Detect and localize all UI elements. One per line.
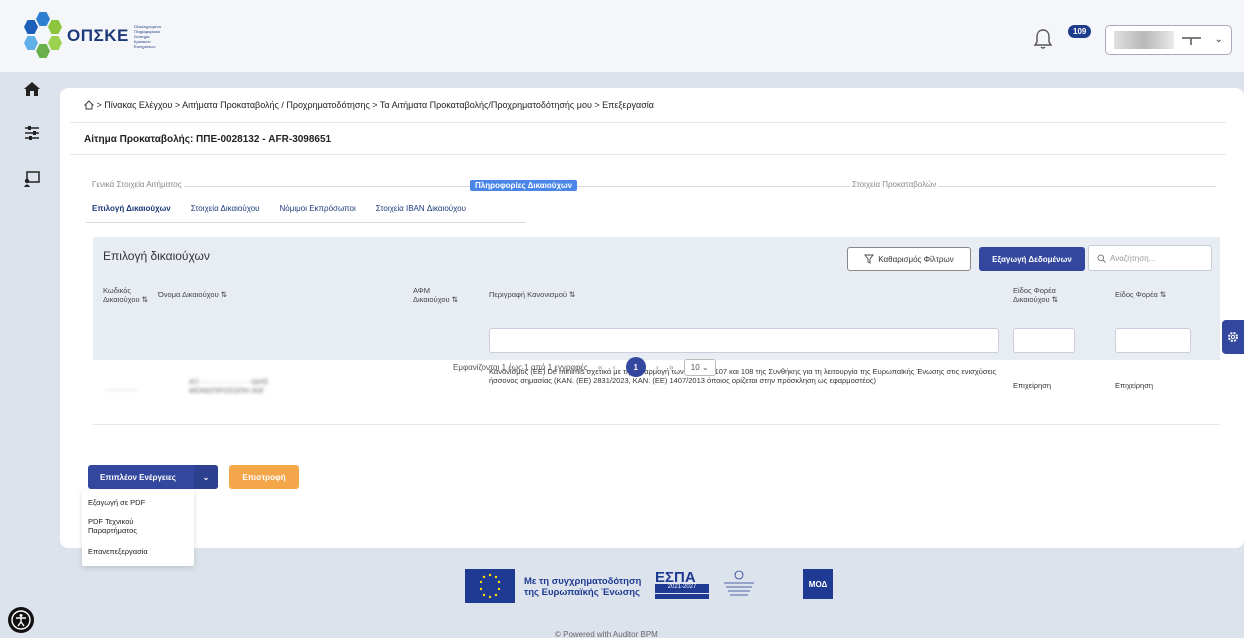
current-page-button[interactable]: 1 xyxy=(625,357,646,377)
breadcrumb-text[interactable]: > Πίνακας Ελέγχου > Αιτήματα Προκαταβολή… xyxy=(97,100,654,110)
tab-legal-representatives[interactable]: Νόμιμοι Εκπρόσωποι xyxy=(280,204,356,213)
tab-beneficiary-iban[interactable]: Στοιχεία IBAN Δικαιούχου xyxy=(376,204,466,213)
logo-text: ΟΠΣΚΕ xyxy=(67,26,129,45)
cell-org-type: Επιχείρηση xyxy=(1115,381,1154,390)
col-header-org-type[interactable]: Είδος Φορέα ⇅ xyxy=(1115,290,1166,299)
prev-page-button[interactable]: ‹ xyxy=(613,362,616,372)
beneficiaries-panel: Επιλογή δικαιούχων Καθαρισμός Φίλτρων Εξ… xyxy=(93,237,1220,449)
panel-header: Επιλογή δικαιούχων Καθαρισμός Φίλτρων Εξ… xyxy=(93,237,1220,327)
opske-logo[interactable]: ΟΠΣΚΕ Ολοκληρωμένο Πληροφοριακό Σύστημα … xyxy=(22,12,164,60)
body-type-filter-input[interactable] xyxy=(1013,328,1075,353)
divider xyxy=(70,122,1226,123)
notification-count-badge: 109 xyxy=(1068,25,1092,38)
clear-filters-label: Καθαρισμός Φίλτρων xyxy=(878,254,954,264)
col-header-regulation[interactable]: Περιγραφή Κανονισμού ⇅ xyxy=(489,290,575,299)
tab-select-beneficiaries[interactable]: Επιλογή Δικαιούχων xyxy=(92,204,171,213)
first-page-button[interactable]: « xyxy=(598,362,603,372)
pagination: Εμφανίζονται 1 έως 1 από 1 εγγραφές « ‹ … xyxy=(453,357,716,377)
user-avatar xyxy=(1114,31,1174,49)
cell-code: ············· xyxy=(105,385,138,394)
menu-item-reprocess[interactable]: Επανεπεξεργασία xyxy=(88,547,148,556)
notification-bell-icon[interactable] xyxy=(1033,28,1053,50)
cell-body-type: Επιχείρηση xyxy=(1013,381,1052,390)
eu-flag-icon xyxy=(465,569,515,603)
logo-subtext: Ολοκληρωμένο Πληροφοριακό Σύστημα Κρατικ… xyxy=(133,23,162,49)
accessibility-icon xyxy=(11,610,31,630)
cofunding-text: Με τη συγχρηματοδότηση της Ευρωπαϊκής Έν… xyxy=(524,576,642,598)
powered-by-text: © Powered with Auditor BPM xyxy=(555,630,658,638)
search-placeholder: Αναζήτηση... xyxy=(1110,253,1156,263)
user-signature-icon xyxy=(1182,37,1201,45)
divider xyxy=(70,154,1226,155)
clear-filters-button[interactable]: Καθαρισμός Φίλτρων xyxy=(847,247,971,271)
more-actions-label: Επιπλέον Ενέργειες xyxy=(100,472,176,482)
top-bar: ΟΠΣΚΕ Ολοκληρωμένο Πληροφοριακό Σύστημα … xyxy=(0,0,1244,72)
back-button[interactable]: Επιστροφή xyxy=(229,465,299,489)
request-title: Αίτημα Προκαταβολής: ΠΠΕ-0028132 - AFR-3… xyxy=(84,134,332,145)
accessibility-button[interactable] xyxy=(8,607,34,633)
sidebar xyxy=(0,72,60,638)
gear-icon xyxy=(1228,332,1238,342)
col-header-code[interactable]: Κωδικός Δικαιούχου ⇅ xyxy=(103,286,148,304)
chevron-down-icon: ⌄ xyxy=(194,465,218,489)
next-page-button[interactable]: › xyxy=(656,362,659,372)
tab-beneficiary-details[interactable]: Στοιχεία Δικαιούχου xyxy=(191,204,260,213)
regulation-filter-input[interactable] xyxy=(489,328,999,353)
menu-item-technical-annex-pdf[interactable]: PDF Τεχνικού Παραρτήματος xyxy=(88,517,168,535)
espa-bar xyxy=(655,594,709,599)
cell-name-line1: ΑΞ·····················ΙΔΗΣ xyxy=(189,377,269,386)
tabs-underline xyxy=(86,222,526,223)
user-menu[interactable]: ⌄ xyxy=(1105,25,1232,55)
search-input[interactable]: Αναζήτηση... xyxy=(1088,245,1212,271)
stepper-line xyxy=(92,186,1216,187)
more-actions-menu: Εξαγωγή σε PDF PDF Τεχνικού Παραρτήματος… xyxy=(82,490,194,566)
col-header-body-type[interactable]: Είδος Φορέα Δικαιούχου ⇅ xyxy=(1013,286,1058,304)
ministry-emblem-icon xyxy=(724,570,754,596)
settings-cog-button[interactable] xyxy=(1222,320,1244,354)
home-icon[interactable] xyxy=(23,80,41,98)
org-type-filter-input[interactable] xyxy=(1115,328,1191,353)
cell-name-line2: ΜΟΝΟΠΡΟΣΩΠΗ ΙΚΕ xyxy=(189,386,264,395)
step-general-info[interactable]: Γενικά Στοιχεία Αιτήματος xyxy=(90,180,184,189)
breadcrumb-home-icon[interactable] xyxy=(84,100,94,110)
filter-icon xyxy=(864,254,875,264)
panel-title: Επιλογή δικαιούχων xyxy=(103,249,210,263)
row-divider xyxy=(93,424,1220,425)
pagination-summary: Εμφανίζονται 1 έως 1 από 1 εγγραφές xyxy=(453,362,588,372)
chevron-down-icon: ⌄ xyxy=(1214,34,1223,45)
logo-hexagons-icon xyxy=(22,12,64,60)
espa-years: 2021-2027 xyxy=(655,584,709,593)
step-beneficiaries-info[interactable]: Πληροφορίες Δικαιούχων xyxy=(470,180,578,191)
stepper: Γενικά Στοιχεία Αιτήματος Πληροφορίες Δι… xyxy=(90,180,1216,192)
settings-sliders-icon[interactable] xyxy=(23,124,41,142)
export-data-button[interactable]: Εξαγωγή Δεδομένων xyxy=(979,247,1085,271)
menu-item-export-pdf[interactable]: Εξαγωγή σε PDF xyxy=(88,498,145,507)
page-size-select[interactable]: 10 ⌄ xyxy=(683,358,716,376)
search-icon xyxy=(1097,254,1106,263)
footer-funding-banner: Με τη συγχρηματοδότηση της Ευρωπαϊκής Έν… xyxy=(465,565,845,605)
last-page-button[interactable]: » xyxy=(669,362,674,372)
col-header-name[interactable]: Όνομα Δικαιούχου ⇅ xyxy=(158,290,227,299)
subtabs: Επιλογή Δικαιούχων Στοιχεία Δικαιούχου Ν… xyxy=(92,204,466,213)
breadcrumb: > Πίνακας Ελέγχου > Αιτήματα Προκαταβολή… xyxy=(84,100,654,110)
more-actions-button[interactable]: Επιπλέον Ενέργειες ⌄ xyxy=(88,465,218,489)
presentation-icon[interactable] xyxy=(23,170,41,188)
step-advances-info[interactable]: Στοιχεία Προκαταβολών xyxy=(850,180,939,189)
mod-logo: ΜΟΔ xyxy=(803,569,833,599)
col-header-afm[interactable]: ΑΦΜ Δικαιούχου ⇅ xyxy=(413,286,458,304)
